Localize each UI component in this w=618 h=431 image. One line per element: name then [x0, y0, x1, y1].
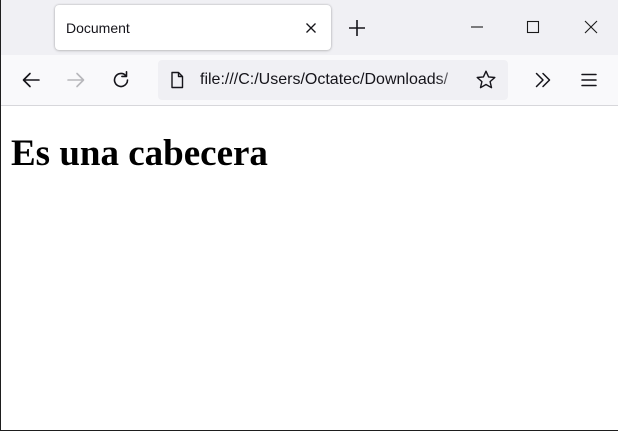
- menu-button[interactable]: [573, 64, 605, 96]
- reload-icon: [113, 71, 129, 88]
- new-tab-plus-icon[interactable]: [346, 17, 368, 39]
- browser-window: Document file:///C:/Users/Octatec/Downlo…: [0, 0, 618, 431]
- forward-button[interactable]: [60, 64, 92, 96]
- page-heading: Es una cabecera: [11, 133, 268, 174]
- tab-close-icon[interactable]: [302, 19, 320, 37]
- minimize-button[interactable]: [449, 0, 505, 55]
- overflow-button[interactable]: [527, 64, 559, 96]
- tab-strip: Document: [1, 0, 618, 55]
- arrow-right-icon: [67, 72, 85, 88]
- navigation-toolbar: file:///C:/Users/Octatec/Downloads/: [1, 55, 618, 106]
- tab-document[interactable]: Document: [55, 5, 331, 50]
- chevrons-right-icon: [535, 72, 551, 88]
- minimize-icon: [471, 26, 483, 28]
- page-icon[interactable]: [168, 71, 186, 89]
- window-close-button[interactable]: [563, 0, 618, 55]
- tab-title: Document: [66, 20, 130, 36]
- url-bar[interactable]: file:///C:/Users/Octatec/Downloads/: [158, 60, 508, 100]
- hamburger-icon: [581, 73, 597, 87]
- page-content: Es una cabecera: [1, 106, 618, 430]
- maximize-button[interactable]: [505, 0, 561, 55]
- arrow-left-icon: [22, 72, 40, 88]
- back-button[interactable]: [15, 64, 47, 96]
- window-close-icon: [584, 20, 598, 34]
- maximize-icon: [526, 20, 540, 34]
- bookmark-star-icon[interactable]: [475, 69, 497, 91]
- url-text[interactable]: file:///C:/Users/Octatec/Downloads/: [200, 71, 468, 89]
- reload-button[interactable]: [105, 64, 137, 96]
